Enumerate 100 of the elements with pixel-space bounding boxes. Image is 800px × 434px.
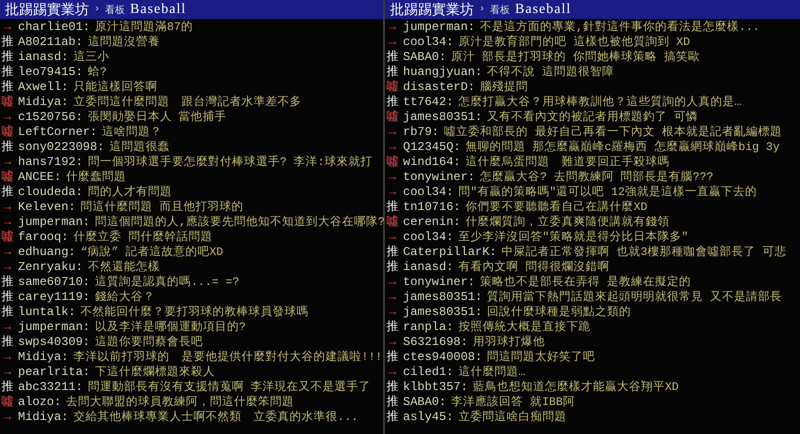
- comment-text: 不是這方面的專業,針對這件事你的看法是怎麼樣...: [480, 20, 760, 35]
- user-id: ctes940008:: [403, 350, 482, 365]
- comment-text: 立委問這啥白痴問題: [458, 410, 566, 425]
- comment-text: 問一個羽球選手要怎麼對付棒球選手? 李洋:球來就打: [88, 155, 373, 170]
- board-name[interactable]: Baseball: [515, 2, 572, 18]
- breadcrumb-separator: ›: [94, 4, 100, 15]
- user-id: cloudeda:: [18, 185, 83, 200]
- site-title[interactable]: 批踢踢實業坊: [5, 0, 89, 18]
- comment-tag: →: [0, 110, 15, 125]
- comment-text: 無聊的問題 那怎麼贏巔峰c羅梅西 怎麼贏網球巔峰big 3y: [466, 140, 780, 155]
- user-id: Zenryaku:: [18, 260, 83, 275]
- comment-text: 又有不看內文的被記者用標題釣了 可憐: [487, 110, 698, 125]
- user-id: tt7642:: [403, 95, 454, 110]
- comment-text: 這啥問題？: [102, 125, 162, 140]
- comment-text: 這問題沒營養: [88, 35, 160, 50]
- comment-text: 中屎記者正常發揮啊 也就3樓那種咖會噓部長了 可悲: [502, 245, 786, 260]
- user-id: wind164:: [403, 155, 461, 170]
- user-id: ciled1:: [403, 365, 454, 380]
- comment-tag: 推: [0, 35, 15, 50]
- comment-tag: →: [385, 140, 400, 155]
- user-id: jumperman:: [403, 20, 476, 35]
- board-label: 看板: [490, 4, 510, 16]
- comment-tag: →: [0, 410, 15, 425]
- user-id: james80351:: [403, 110, 482, 125]
- user-id: Axwell:: [18, 80, 68, 95]
- user-id: Q12345Q:: [403, 140, 461, 155]
- comment-tag: 推: [385, 395, 400, 410]
- user-id: Keleven:: [18, 200, 76, 215]
- comment-tag: →: [385, 35, 400, 50]
- comment-tag: →: [385, 290, 400, 305]
- user-id: cerenin:: [403, 215, 461, 230]
- comment-tag: →: [385, 230, 400, 245]
- user-id: ranpla:: [403, 320, 454, 335]
- comment-text: 問"有贏的策略嗎"還可以吧 12強就是這樣一直贏下去的: [458, 185, 757, 200]
- comment-text: 至少李洋沒回答"策略就是得分比日本隊多": [458, 230, 688, 245]
- comment-text: 腦殘提問: [480, 80, 528, 95]
- comment-text: 什麼蠢問題: [66, 170, 126, 185]
- comment-tag: 推: [385, 320, 400, 335]
- breadcrumb-separator: ›: [479, 4, 486, 15]
- comment-text: 問這個問題的人,應該要先問他知不知道到大谷在哪隊?: [95, 215, 385, 230]
- comment-tag: →: [0, 260, 15, 275]
- comment-tag: 推: [0, 275, 15, 290]
- comment-tag: 推: [385, 200, 400, 215]
- board-label: 看板: [105, 4, 126, 16]
- user-id: CaterpillarK:: [403, 245, 497, 260]
- user-id: james80351:: [403, 305, 482, 320]
- comment-tag: →: [385, 20, 400, 35]
- comment-tag: 推: [0, 140, 15, 155]
- comment-tag: 推: [0, 335, 15, 350]
- user-id: edhuang:: [18, 245, 76, 260]
- comment-text: 問這什麼問題 而且他打羽球的: [80, 200, 244, 215]
- comment-tag: 推: [0, 50, 15, 65]
- user-id: luntalk:: [18, 305, 76, 320]
- comment-tag: 噓: [0, 230, 15, 245]
- user-id: S6321698:: [403, 335, 468, 350]
- comment-tag: →: [0, 245, 15, 260]
- comment-text: 不然能回什麼？要打羽球的教棒球員發球嗎: [80, 305, 309, 320]
- comment-tag: →: [0, 365, 15, 380]
- comment-tag: 推: [0, 305, 15, 320]
- comment-text: 你們要不要聽聽看自己在講什麼XD: [466, 200, 648, 215]
- user-id: Midiya:: [18, 95, 68, 110]
- user-id: swps40309:: [18, 335, 90, 350]
- user-id: james80351:: [403, 290, 482, 305]
- user-id: disasterD:: [403, 80, 476, 95]
- user-id: jumperman:: [18, 320, 90, 335]
- user-id: same60710:: [18, 275, 90, 290]
- user-id: charlie01:: [18, 20, 90, 35]
- comment-text: 交給其他棒球專業人士啊不然類 立委真的水準很...: [73, 410, 358, 425]
- comment-tag: →: [0, 350, 15, 365]
- user-id: cool34:: [403, 230, 454, 245]
- user-id: leo79415:: [18, 65, 83, 80]
- comment-tag: 推: [0, 185, 15, 200]
- user-id: pearlrita:: [18, 365, 90, 380]
- comment-text: 李洋以前打羽球的 是要他提供什麼對付大谷的建議啦!!!: [73, 350, 382, 365]
- comment-tag: 推: [0, 65, 15, 80]
- comment-tag: 推: [385, 380, 400, 395]
- comment-text: 問的人才有問題: [88, 185, 172, 200]
- comment-tag: →: [0, 20, 15, 35]
- user-id: A80211ab:: [18, 35, 83, 50]
- site-title[interactable]: 批踢踢實業坊: [390, 0, 474, 18]
- user-id: farooq:: [18, 230, 68, 245]
- comment-tag: 推: [0, 290, 15, 305]
- user-id: LeftCorner:: [18, 125, 98, 140]
- comment-tag: 推: [385, 350, 400, 365]
- user-id: ianasd:: [403, 260, 454, 275]
- board-name[interactable]: Baseball: [130, 2, 186, 18]
- comment-tag: 噓: [385, 80, 400, 95]
- comment-tag: →: [0, 320, 15, 335]
- comment-text: 下這什麼爛標題來殺人: [95, 365, 216, 380]
- comment-tag: 推: [385, 50, 400, 65]
- user-id: ANCEE:: [18, 170, 62, 185]
- comment-text: 錢給大谷？: [95, 290, 156, 305]
- comment-text: 這三小: [73, 50, 110, 65]
- user-id: asly45:: [403, 410, 454, 425]
- user-id: SABA0:: [403, 50, 446, 65]
- comment-text: 不然還能怎樣: [88, 260, 160, 275]
- comment-text: 怎麼贏大谷? 去問教練阿 問部長是有腦???: [480, 170, 714, 185]
- comment-tag: →: [385, 170, 400, 185]
- user-id: abc33211:: [18, 380, 83, 395]
- comment-text: 回說什麼球種是弱點之類的: [487, 305, 632, 320]
